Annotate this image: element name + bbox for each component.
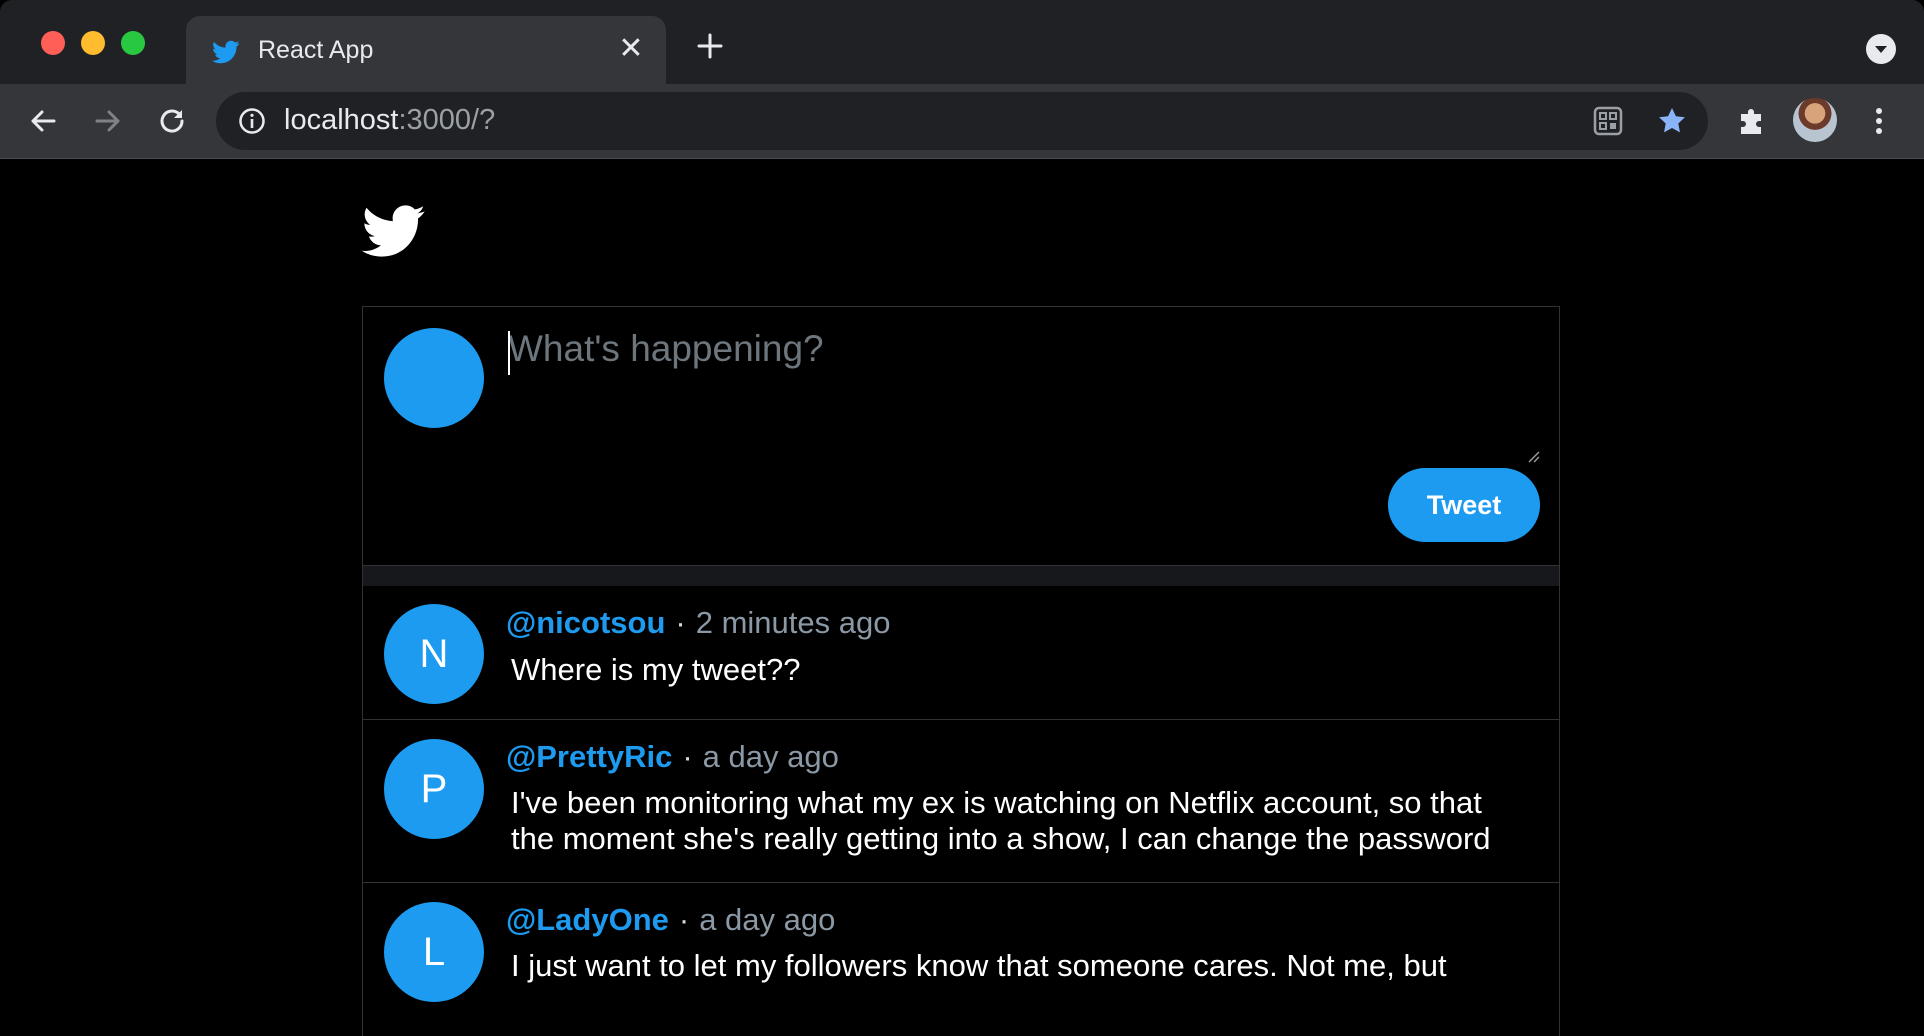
tweet-button[interactable]: Tweet: [1388, 468, 1540, 542]
twitter-icon: [212, 40, 240, 64]
tweet-item[interactable]: L @LadyOne · a day ago I just want to let …: [362, 882, 1560, 1036]
page-content: Tweet N @nicotsou · 2 minutes ago Where is…: [0, 159, 1924, 1036]
star-icon[interactable]: [1656, 105, 1688, 137]
close-window-button[interactable]: [41, 31, 65, 55]
tab-title: React App: [258, 36, 374, 64]
tweet-header: @nicotsou · 2 minutes ago: [506, 605, 890, 641]
qr-code-icon[interactable]: [1592, 105, 1624, 137]
compose-box: Tweet: [362, 306, 1560, 566]
text-caret: [508, 331, 510, 375]
browser-window: React App ✕ localhost:3000/? What's happ…: [0, 0, 1924, 1036]
user-handle[interactable]: @LadyOne: [506, 902, 669, 937]
compose-input[interactable]: [508, 328, 1533, 458]
more-vert-icon[interactable]: [1860, 102, 1898, 140]
tweet-text: Where is my tweet??: [511, 652, 801, 687]
twitter-logo-icon[interactable]: [362, 204, 426, 258]
timestamp: a day ago: [699, 902, 836, 937]
user-handle[interactable]: @nicotsou: [506, 605, 665, 640]
separator-dot: ·: [682, 739, 693, 774]
back-arrow-icon[interactable]: [24, 102, 62, 140]
resize-handle-icon[interactable]: [1526, 449, 1540, 463]
feed: Tweet N @nicotsou · 2 minutes ago Where is…: [362, 306, 1560, 1036]
tweet-item[interactable]: P @PrettyRic · a day ago I've been monitor…: [362, 719, 1560, 883]
separator-dot: ·: [678, 902, 690, 937]
timestamp: 2 minutes ago: [695, 605, 891, 640]
close-icon[interactable]: ✕: [616, 34, 646, 64]
tweet-item[interactable]: N @nicotsou · 2 minutes ago Where is my tw…: [362, 586, 1560, 720]
tab-strip: React App ✕: [0, 0, 1924, 84]
maximize-window-button[interactable]: [121, 31, 145, 55]
forward-arrow-icon[interactable]: [89, 102, 127, 140]
minimize-window-button[interactable]: [81, 31, 105, 55]
profile-avatar[interactable]: [1793, 98, 1837, 142]
separator-dot: ·: [675, 605, 686, 640]
url-text: localhost:3000/?: [284, 104, 496, 136]
tweet-header: @LadyOne · a day ago: [506, 902, 835, 938]
tweet-text: I've been monitoring what my ex is watch…: [511, 785, 1491, 856]
reload-icon[interactable]: [153, 102, 191, 140]
info-icon[interactable]: [238, 107, 266, 135]
avatar: P: [384, 739, 484, 839]
browser-tab[interactable]: React App ✕: [186, 16, 666, 84]
address-bar[interactable]: localhost:3000/?: [216, 92, 1708, 150]
avatar: [384, 328, 484, 428]
tab-search-icon[interactable]: [1866, 34, 1896, 64]
tweet-text: I just want to let my followers know tha…: [511, 948, 1447, 983]
user-handle[interactable]: @PrettyRic: [506, 739, 672, 774]
tweet-header: @PrettyRic · a day ago: [506, 739, 839, 775]
timestamp: a day ago: [702, 739, 839, 774]
avatar: N: [384, 604, 484, 704]
puzzle-icon[interactable]: [1733, 102, 1771, 140]
browser-toolbar: localhost:3000/?: [0, 84, 1924, 159]
divider: [362, 566, 1560, 586]
plus-icon[interactable]: [694, 30, 726, 62]
avatar: L: [384, 902, 484, 1002]
